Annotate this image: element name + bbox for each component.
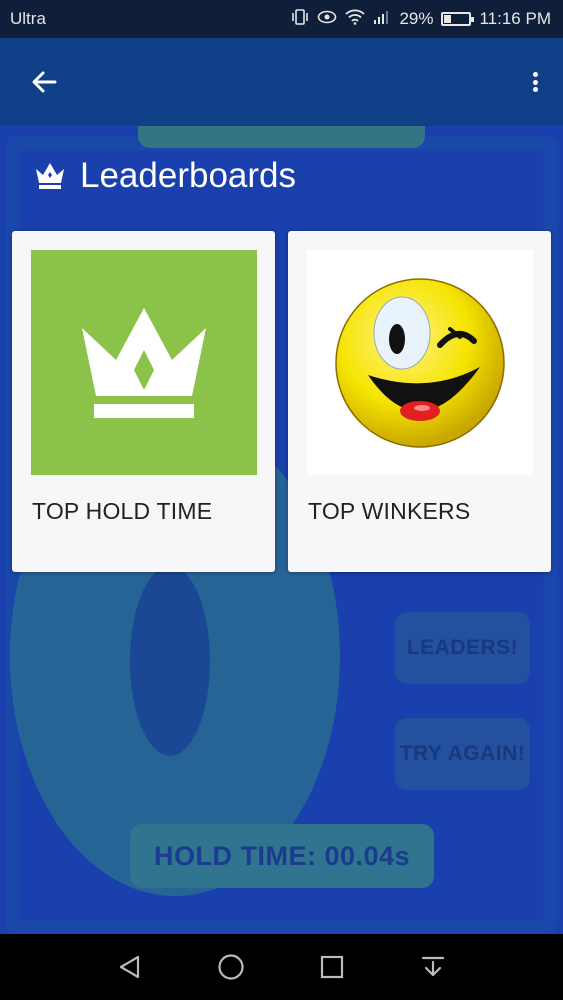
more-vert-icon[interactable] [525, 68, 545, 96]
crown-icon [34, 161, 66, 191]
back-triangle-icon[interactable] [115, 952, 145, 982]
leaderboards-header: Leaderboards [34, 156, 296, 196]
wifi-icon [345, 9, 366, 29]
eye-icon [317, 10, 337, 28]
card-label: TOP WINKERS [308, 498, 471, 524]
hold-time-card-image [31, 250, 257, 475]
clock: 11:16 PM [479, 9, 551, 28]
leaderboards-title: Leaderboards [80, 156, 296, 195]
battery-fill [444, 15, 452, 23]
system-nav-bar [0, 934, 563, 1000]
status-bar: Ultra 29% 11:16 PM [0, 0, 563, 38]
signal-icon [373, 9, 391, 29]
notifications-down-icon[interactable] [418, 952, 448, 982]
card-label: TOP HOLD TIME [32, 498, 213, 524]
battery-percent: 29% [399, 9, 434, 28]
winking-smiley-icon [335, 277, 505, 448]
app-bar [0, 38, 563, 126]
carrier-label: Ultra [10, 9, 46, 28]
arrow-left-icon[interactable] [30, 68, 58, 96]
vibrate-icon [291, 9, 309, 29]
leaderboard-card-hold-time[interactable]: TOP HOLD TIME [12, 231, 275, 572]
home-circle-icon[interactable] [216, 952, 246, 982]
crown-icon [82, 307, 206, 418]
recents-square-icon[interactable] [317, 952, 347, 982]
status-icons: 29% 11:16 PM [291, 9, 551, 29]
leaderboard-card-winkers[interactable]: TOP WINKERS [288, 231, 551, 572]
battery-icon [441, 12, 475, 26]
winkers-card-image [307, 250, 533, 475]
